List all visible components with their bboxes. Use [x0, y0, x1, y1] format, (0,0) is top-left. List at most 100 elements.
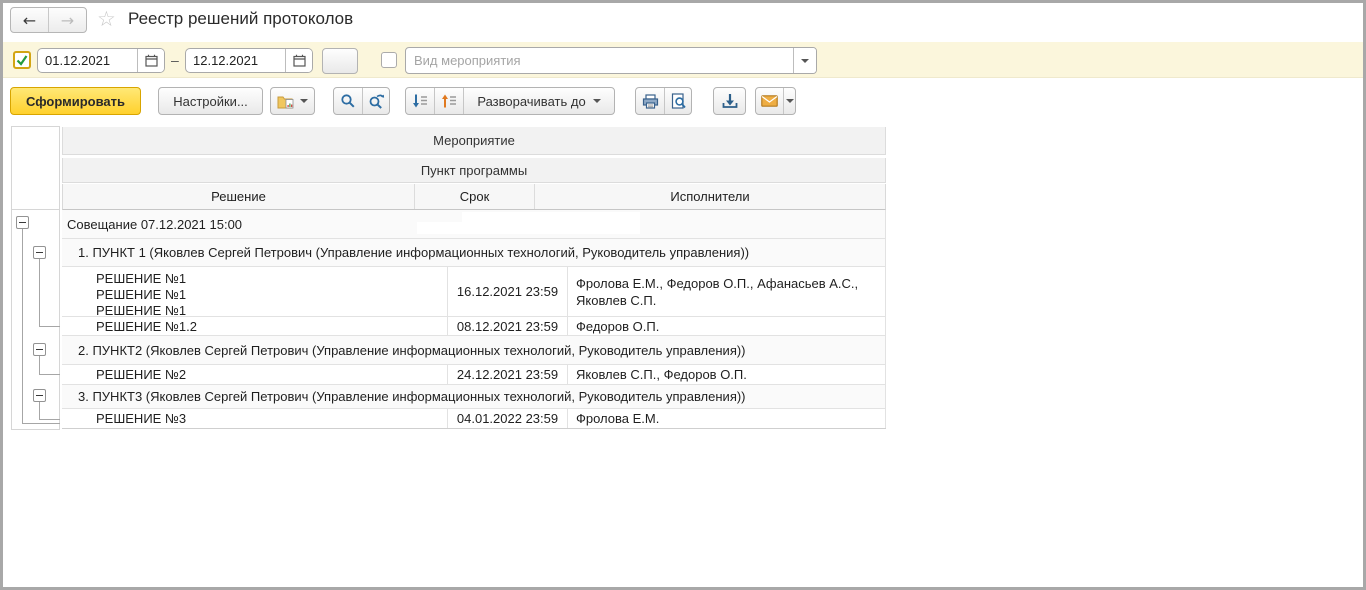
left-arrow-icon: ←: [22, 10, 37, 30]
tree-expander-item2[interactable]: [33, 343, 46, 356]
tree-expander-item1[interactable]: [33, 246, 46, 259]
minus-icon: [36, 252, 43, 253]
table-row-item-group[interactable]: 1. ПУНКТ 1 (Яковлев Сергей Петрович (Упр…: [62, 239, 886, 267]
minus-icon: [36, 349, 43, 350]
deadline-cell: 04.01.2022 23:59: [448, 409, 568, 428]
tree-line: [39, 374, 60, 375]
search-icon: [341, 94, 355, 108]
table-row-decision[interactable]: РЕШЕНИЕ №3 04.01.2022 23:59 Фролова Е.М.: [62, 409, 886, 429]
right-arrow-icon: →: [60, 10, 75, 30]
page-title: Реестр решений протоколов: [128, 9, 354, 28]
tree-line: [22, 229, 23, 423]
generate-button[interactable]: Сформировать: [10, 87, 141, 115]
table-row-decision[interactable]: РЕШЕНИЕ №2 24.12.2021 23:59 Яковлев С.П.…: [62, 365, 886, 385]
tree-line: [39, 326, 60, 327]
checkmark-icon: [16, 55, 28, 66]
save-button[interactable]: [713, 87, 746, 115]
print-button[interactable]: [636, 88, 664, 114]
grid-gutter-header: [11, 126, 60, 210]
minus-icon: [36, 395, 43, 396]
app-window: ← → ☆ Реестр решений протоколов 01.12.20…: [0, 0, 1366, 590]
decision-cell: РЕШЕНИЕ №2: [62, 365, 448, 384]
forward-button[interactable]: →: [48, 8, 86, 32]
tree-line: [39, 419, 60, 420]
item-group-label: 2. ПУНКТ2 (Яковлев Сергей Петрович (Упра…: [78, 342, 746, 358]
table-row-item-group[interactable]: 3. ПУНКТ3 (Яковлев Сергей Петрович (Упра…: [62, 385, 886, 409]
decision-line: РЕШЕНИЕ №1: [96, 271, 187, 286]
decision-line: РЕШЕНИЕ №1: [96, 287, 187, 302]
expand-to-label: Разворачивать до: [477, 93, 586, 109]
period-checkbox[interactable]: [13, 51, 31, 69]
header-event: Мероприятие: [62, 127, 886, 155]
event-type-dropdown-button[interactable]: [793, 48, 816, 73]
settings-button[interactable]: Настройки...: [158, 87, 263, 115]
date-from-calendar-button[interactable]: [137, 49, 164, 72]
date-to-calendar-button[interactable]: [285, 49, 312, 72]
save-icon: [722, 94, 737, 108]
search-button-group: [333, 87, 390, 115]
settings-button-label: Настройки...: [173, 93, 248, 109]
expand-all-button[interactable]: [406, 88, 434, 114]
date-to-value: 12.12.2021: [193, 53, 259, 68]
tree-expander-item3[interactable]: [33, 389, 46, 402]
email-button-group: [755, 87, 796, 115]
decision-cell: РЕШЕНИЕ №3: [62, 409, 448, 428]
email-button[interactable]: [756, 88, 783, 114]
header-columns-row: Решение Срок Исполнители: [62, 184, 886, 210]
decision-cell: РЕШЕНИЕ №1.2: [62, 317, 448, 335]
deadline-cell: 08.12.2021 23:59: [448, 317, 568, 335]
table-row-decision[interactable]: РЕШЕНИЕ №1.2 08.12.2021 23:59 Федоров О.…: [62, 317, 886, 336]
chevron-down-icon: [592, 99, 601, 103]
executors-cell: Фролова Е.М., Федоров О.П., Афанасьев А.…: [568, 267, 886, 316]
back-button[interactable]: ←: [11, 8, 48, 32]
decision-cell: РЕШЕНИЕ №1 РЕШЕНИЕ №1 РЕШЕНИЕ №1: [62, 267, 448, 316]
calendar-icon: [144, 54, 158, 67]
header-program-item: Пункт программы: [62, 158, 886, 183]
item-group-label: 3. ПУНКТ3 (Яковлев Сергей Петрович (Упра…: [78, 389, 746, 404]
meeting-group-label: Совещание 07.12.2021 15:00: [67, 216, 243, 232]
header-event-label: Мероприятие: [433, 133, 515, 148]
tree-line: [22, 423, 60, 424]
report-variants-button[interactable]: [270, 87, 315, 115]
table-row-item-group[interactable]: 2. ПУНКТ2 (Яковлев Сергей Петрович (Упра…: [62, 336, 886, 365]
print-preview-button[interactable]: [664, 88, 691, 114]
search-next-button[interactable]: [362, 88, 389, 114]
redacted-area: [417, 222, 462, 234]
event-type-field[interactable]: Вид мероприятия: [405, 47, 817, 74]
item-group-label: 1. ПУНКТ 1 (Яковлев Сергей Петрович (Упр…: [78, 245, 750, 260]
expand-all-icon: [413, 94, 427, 108]
email-icon: [761, 95, 778, 107]
executors-cell: Фролова Е.М.: [568, 409, 886, 428]
executors-cell: Федоров О.П.: [568, 317, 886, 335]
report-variants-icon: [277, 96, 294, 108]
expand-button-group: Разворачивать до: [405, 87, 615, 115]
deadline-cell: 24.12.2021 23:59: [448, 365, 568, 384]
header-executors: Исполнители: [670, 189, 750, 204]
table-row-decision[interactable]: РЕШЕНИЕ №1 РЕШЕНИЕ №1 РЕШЕНИЕ №1 16.12.2…: [62, 267, 886, 317]
executors-cell: Яковлев С.П., Федоров О.П.: [568, 365, 886, 384]
blank-quick-button[interactable]: [322, 48, 358, 74]
event-type-placeholder: Вид мероприятия: [414, 53, 521, 68]
favorite-star-icon[interactable]: ☆: [97, 7, 116, 31]
decision-line: РЕШЕНИЕ №1: [96, 303, 187, 316]
print-button-group: [635, 87, 692, 115]
expand-to-button[interactable]: Разворачивать до: [463, 88, 614, 114]
collapse-all-icon: [442, 94, 456, 108]
deadline-cell: 16.12.2021 23:59: [448, 267, 568, 316]
date-to-field[interactable]: 12.12.2021: [185, 48, 313, 73]
search-repeat-icon: [369, 94, 384, 109]
calendar-icon: [292, 54, 306, 67]
header-deadline: Срок: [415, 184, 535, 209]
tree-line: [39, 402, 40, 419]
date-range-dash: –: [171, 52, 179, 68]
tree-expander-meeting[interactable]: [16, 216, 29, 229]
chevron-down-icon: [300, 99, 308, 103]
event-type-checkbox[interactable]: [381, 52, 397, 68]
collapse-all-button[interactable]: [434, 88, 463, 114]
chevron-down-icon: [801, 58, 809, 63]
tree-line: [39, 356, 40, 374]
email-dropdown-button[interactable]: [783, 88, 795, 114]
date-from-field[interactable]: 01.12.2021: [37, 48, 165, 73]
search-button[interactable]: [334, 88, 362, 114]
print-preview-icon: [671, 93, 686, 109]
